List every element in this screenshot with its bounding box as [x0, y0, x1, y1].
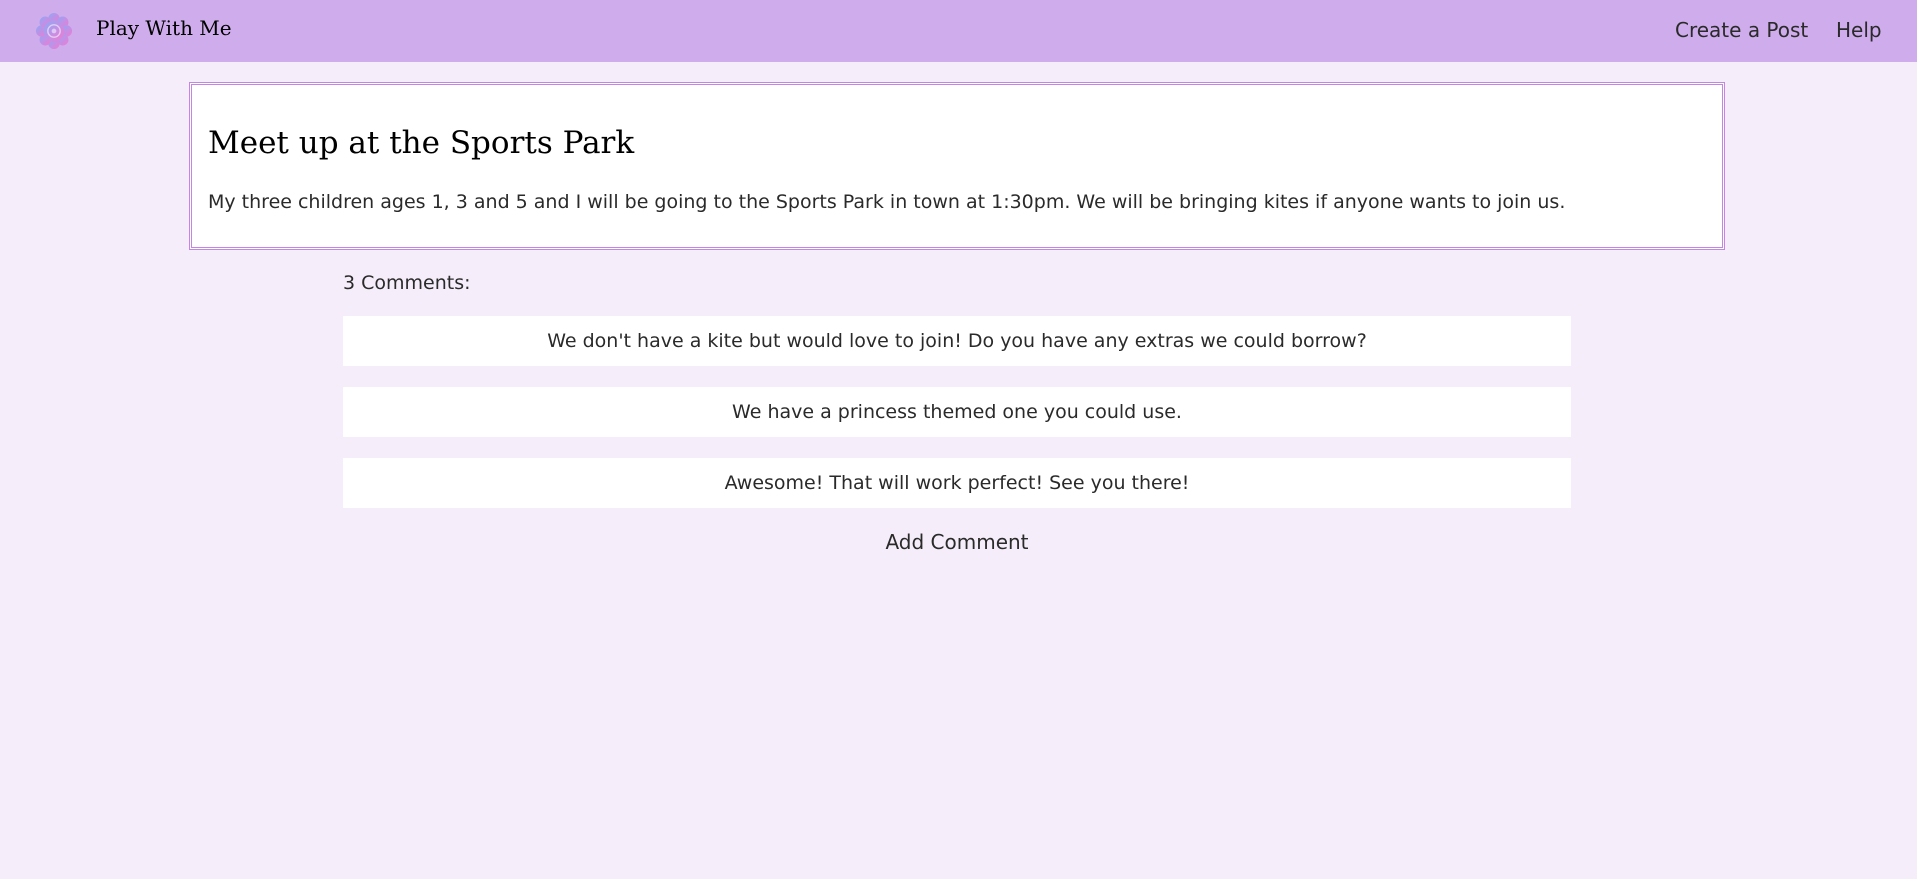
nav-create-post-link[interactable]: Create a Post: [1675, 18, 1808, 42]
comment-item: Awesome! That will work perfect! See you…: [343, 458, 1571, 508]
post-body: My three children ages 1, 3 and 5 and I …: [208, 191, 1566, 213]
top-navbar: Play With Me Create a Post Help: [0, 0, 1917, 62]
comments-count: 3 Comments:: [343, 272, 471, 294]
nav-help-link[interactable]: Help: [1836, 18, 1882, 42]
add-comment-button[interactable]: Add Comment: [757, 530, 1157, 554]
brand-link[interactable]: Play With Me: [96, 16, 232, 40]
post-card: Meet up at the Sports Park My three chil…: [189, 82, 1725, 250]
flower-logo-icon[interactable]: [35, 12, 73, 50]
post-title: Meet up at the Sports Park: [208, 125, 635, 161]
comment-item: We have a princess themed one you could …: [343, 387, 1571, 437]
comment-item: We don't have a kite but would love to j…: [343, 316, 1571, 366]
